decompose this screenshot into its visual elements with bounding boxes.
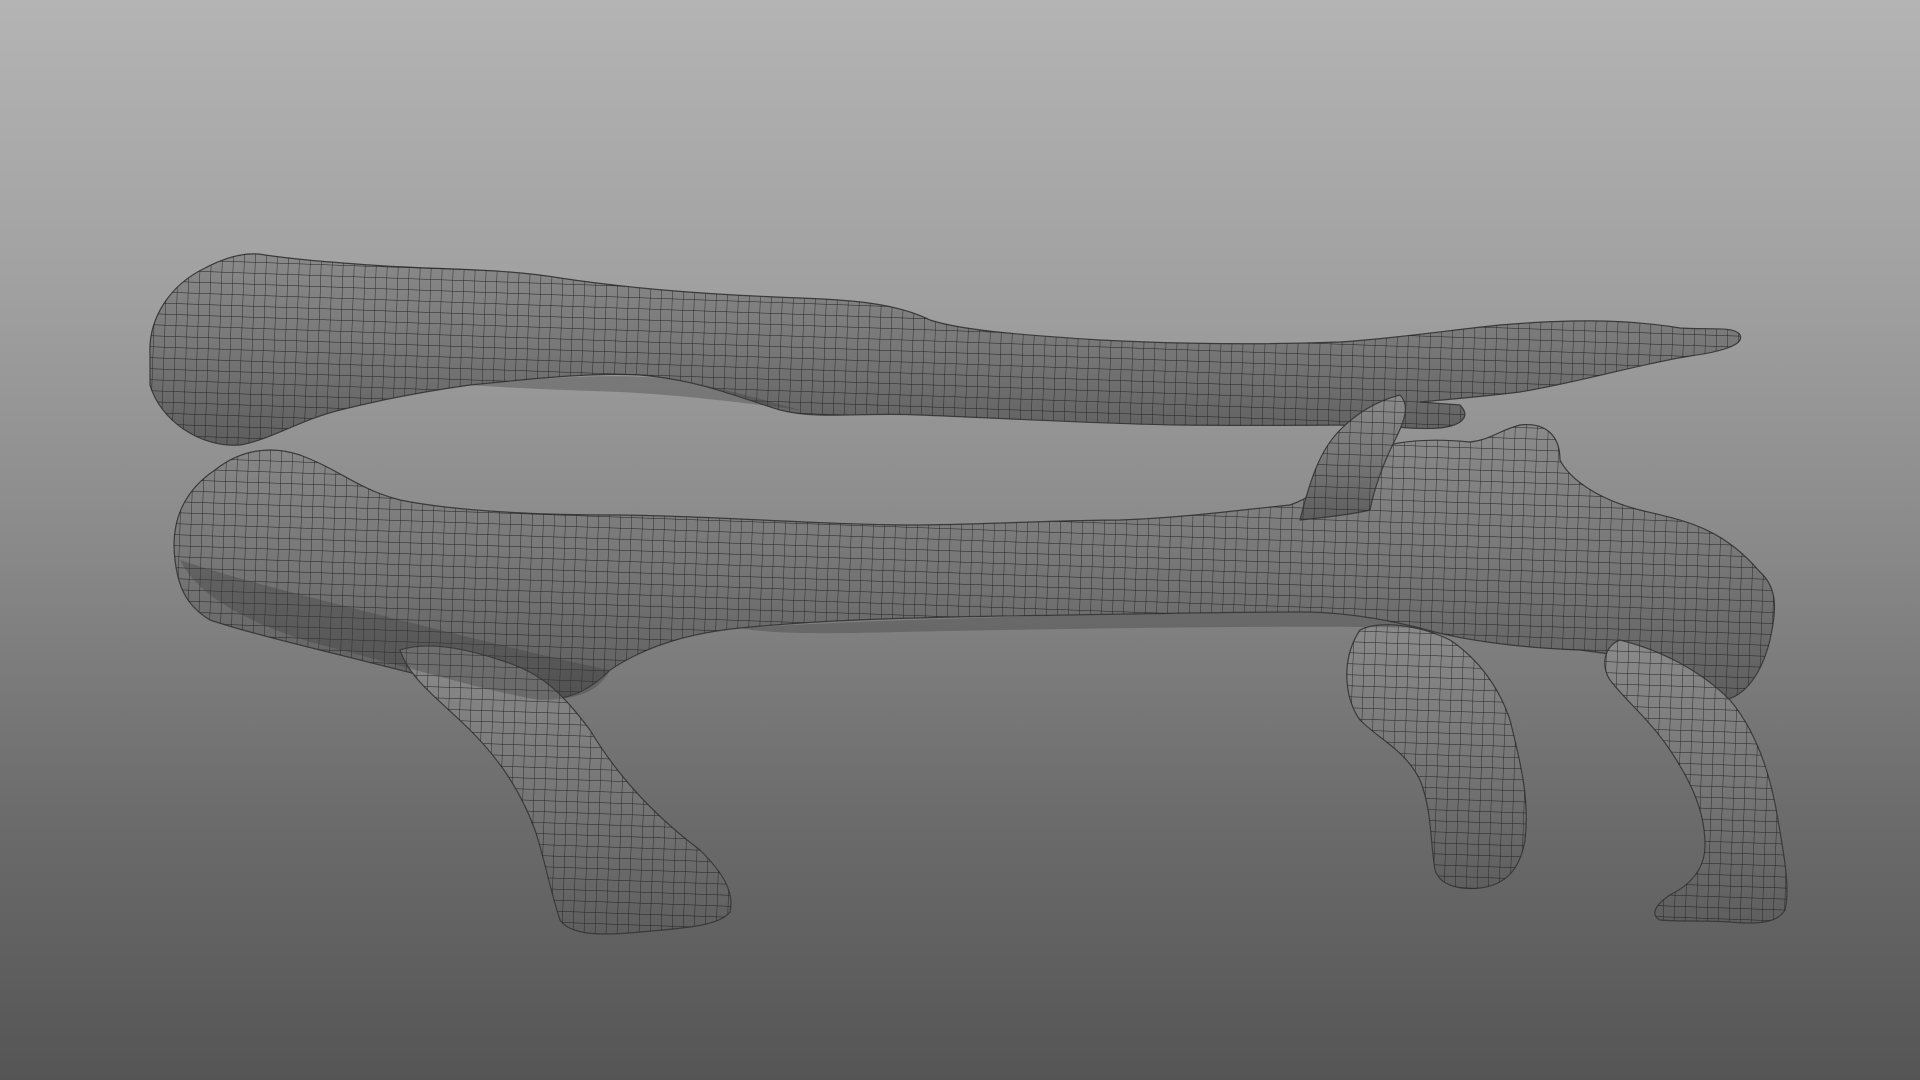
bench-model: [149, 253, 1788, 935]
right-front-leg: [1346, 624, 1527, 890]
right-rear-leg: [1604, 639, 1788, 924]
3d-viewport: [0, 0, 1920, 1080]
